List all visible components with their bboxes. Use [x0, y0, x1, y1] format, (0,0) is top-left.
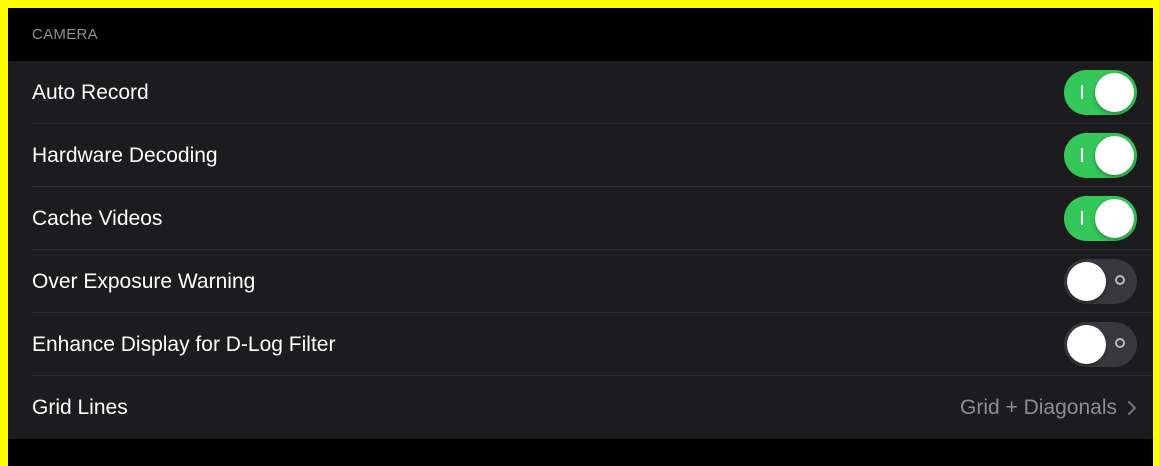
off-indicator-icon: [1115, 275, 1125, 285]
toggle-knob: [1095, 73, 1134, 112]
setting-label: Enhance Display for D-Log Filter: [32, 332, 336, 356]
setting-row-cache-videos[interactable]: Cache Videos: [8, 187, 1153, 250]
on-indicator-icon: [1081, 211, 1083, 225]
setting-row-auto-record[interactable]: Auto Record: [8, 61, 1153, 124]
toggle-knob: [1067, 325, 1106, 364]
over-exposure-warning-toggle[interactable]: [1064, 259, 1137, 304]
setting-label: Auto Record: [32, 80, 149, 104]
off-indicator-icon: [1115, 338, 1125, 348]
toggle-knob: [1095, 136, 1134, 175]
setting-label: Hardware Decoding: [32, 143, 218, 167]
auto-record-toggle[interactable]: [1064, 70, 1137, 115]
toggle-knob: [1067, 262, 1106, 301]
on-indicator-icon: [1081, 148, 1083, 162]
setting-row-enhance-display-dlog[interactable]: Enhance Display for D-Log Filter: [8, 313, 1153, 376]
chevron-right-icon: [1127, 400, 1137, 415]
section-title: CAMERA: [32, 25, 98, 43]
setting-label: Cache Videos: [32, 206, 163, 230]
grid-lines-value: Grid + Diagonals: [960, 395, 1117, 419]
grid-lines-selector[interactable]: Grid + Diagonals: [960, 396, 1137, 420]
setting-row-over-exposure-warning[interactable]: Over Exposure Warning: [8, 250, 1153, 313]
setting-label: Grid Lines: [32, 395, 128, 419]
setting-row-hardware-decoding[interactable]: Hardware Decoding: [8, 124, 1153, 187]
on-indicator-icon: [1081, 85, 1083, 99]
setting-row-grid-lines[interactable]: Grid Lines Grid + Diagonals: [8, 376, 1153, 439]
settings-panel: CAMERA Auto Record Hardware Decoding Cac…: [8, 8, 1153, 466]
setting-label: Over Exposure Warning: [32, 269, 256, 293]
hardware-decoding-toggle[interactable]: [1064, 133, 1137, 178]
toggle-knob: [1095, 199, 1134, 238]
enhance-display-dlog-toggle[interactable]: [1064, 322, 1137, 367]
settings-list: Auto Record Hardware Decoding Cache Vide…: [8, 61, 1153, 439]
section-header: CAMERA: [8, 8, 1153, 60]
cache-videos-toggle[interactable]: [1064, 196, 1137, 241]
